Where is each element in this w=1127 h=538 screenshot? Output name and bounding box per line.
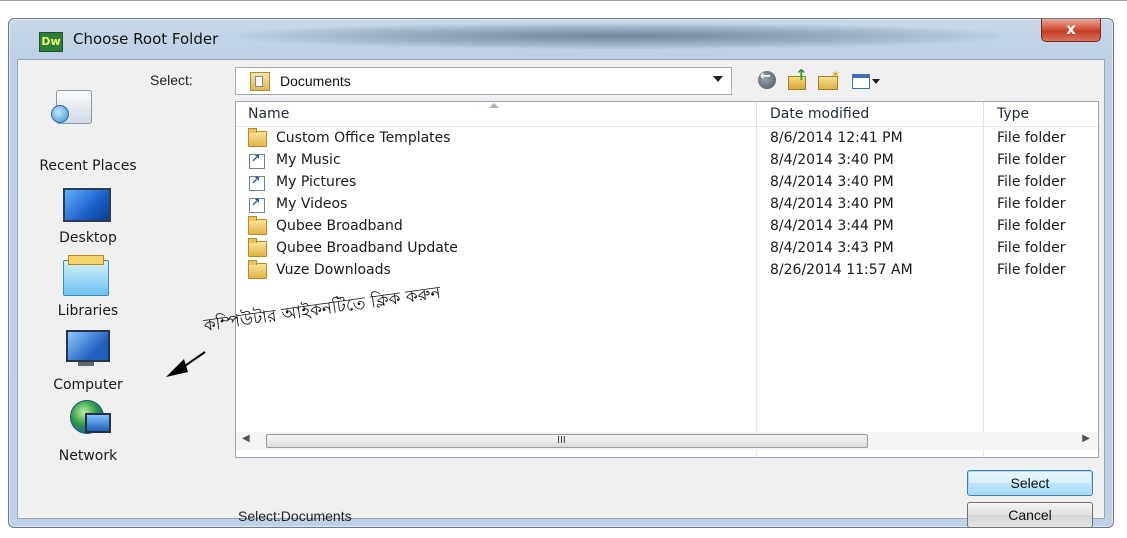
annotation-arrow	[166, 351, 206, 377]
